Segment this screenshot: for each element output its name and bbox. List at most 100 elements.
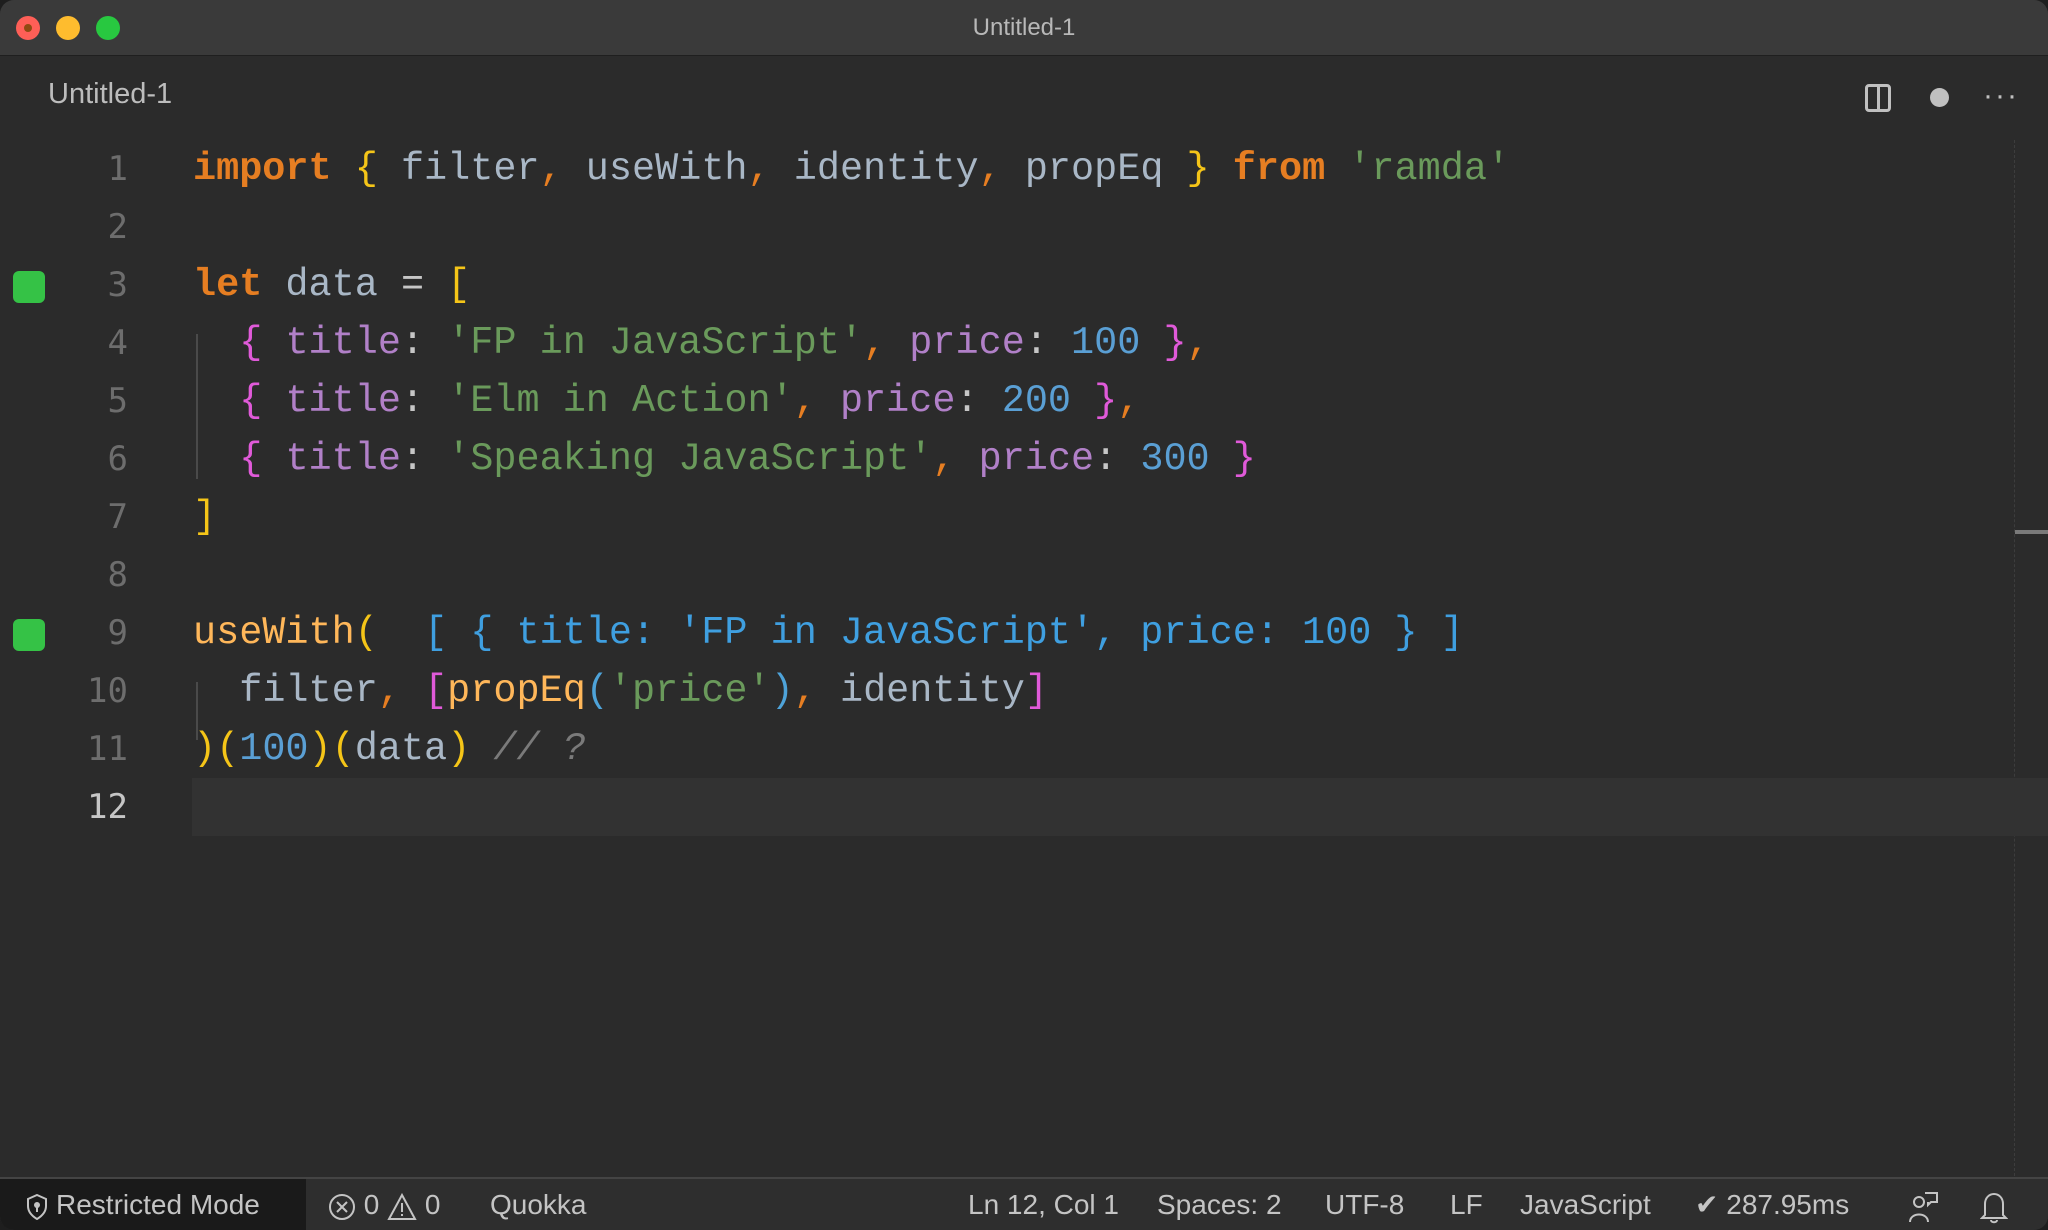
bell-icon [1979, 1192, 2009, 1223]
string-literal: 'FP in JavaScript' [447, 321, 864, 365]
restricted-mode-label: Restricted Mode [56, 1189, 260, 1220]
line-number: 5 [107, 381, 128, 421]
quokka-inline-result[interactable]: [ { title: 'FP in JavaScript', price: 10… [424, 611, 1464, 655]
line-number: 10 [87, 671, 128, 711]
problems-indicator[interactable]: 0 0 [328, 1179, 441, 1230]
warning-icon [387, 1192, 417, 1220]
string-literal: 'Speaking JavaScript' [447, 437, 933, 481]
identifier: data [285, 263, 378, 307]
string-literal: 'Elm in Action' [447, 379, 794, 423]
string-literal: 'ramda' [1348, 147, 1511, 191]
code-line: 10 filter, [propEq('price'), identity] [0, 662, 2048, 720]
code-line: 4 { title: 'FP in JavaScript', price: 10… [0, 314, 2048, 372]
code-editor[interactable]: 1 import { filter, useWith, identity, pr… [0, 140, 2048, 1176]
warning-count: 0 [424, 1189, 441, 1220]
identifier: filter [400, 147, 540, 191]
cursor-position[interactable]: Ln 12, Col 1 [968, 1179, 1119, 1230]
language-mode[interactable]: JavaScript [1520, 1179, 1651, 1230]
line-number: 2 [107, 207, 128, 247]
quokka-status[interactable]: Quokka [490, 1179, 587, 1230]
current-line-highlight [192, 778, 2048, 836]
code-line: 2 [0, 198, 2048, 256]
number-literal: 100 [1071, 321, 1141, 365]
feedback-button[interactable] [1907, 1179, 1939, 1230]
line-number: 9 [107, 613, 128, 653]
tab-untitled-1[interactable]: Untitled-1 [48, 78, 172, 111]
code-line: 7 ] [0, 488, 2048, 546]
line-content: filter, [propEq('price'), identity] [239, 669, 1048, 713]
code-line: 9 useWith( [ { title: 'FP in JavaScript'… [0, 604, 2048, 662]
line-number: 11 [87, 729, 128, 769]
line-content: import { filter, useWith, identity, prop… [193, 147, 1511, 191]
number-literal: 200 [1001, 379, 1072, 423]
identifier: identity [839, 669, 1025, 713]
code-line: 11 )(100)(data) // ? [0, 720, 2048, 778]
brace: { [354, 147, 378, 191]
keyword-let: let [193, 263, 263, 307]
more-actions-icon[interactable]: ··· [1976, 76, 2026, 120]
line-number: 12 [87, 787, 128, 827]
line-number: 6 [107, 439, 128, 479]
feedback-person-icon [1909, 1191, 1938, 1222]
window-title: Untitled-1 [972, 14, 1076, 41]
code-line: 1 import { filter, useWith, identity, pr… [0, 140, 2048, 198]
line-number: 3 [107, 265, 128, 305]
notifications-button[interactable] [1979, 1179, 2009, 1230]
line-number: 4 [107, 323, 128, 363]
property-key: price [978, 437, 1095, 481]
title-bar: Untitled-1 [0, 0, 2048, 56]
comment: // ? [493, 727, 586, 771]
quokka-coverage-marker [13, 271, 45, 303]
code-line: 3 let data = [ [0, 256, 2048, 314]
encoding-setting[interactable]: UTF-8 [1325, 1179, 1404, 1230]
code-line: 8 [0, 546, 2048, 604]
vscode-window: Untitled-1 Untitled-1 ··· 1 import { fil… [0, 0, 2048, 1230]
split-editor-icon[interactable] [1865, 84, 1891, 112]
error-count: 0 [363, 1189, 380, 1220]
status-bar: Restricted Mode 0 0 Quokka Ln 12, Col 1 … [0, 1177, 2048, 1230]
number-literal: 300 [1140, 437, 1210, 481]
property-key: title [285, 437, 401, 481]
line-number: 8 [107, 555, 128, 595]
function-name: useWith [193, 611, 355, 655]
line-number: 7 [107, 497, 128, 537]
code-line: 6 { title: 'Speaking JavaScript', price:… [0, 430, 2048, 488]
operator: = [400, 263, 425, 307]
error-icon [329, 1193, 355, 1220]
indentation-setting[interactable]: Spaces: 2 [1157, 1179, 1282, 1230]
code-line: 5 { title: 'Elm in Action', price: 200 }… [0, 372, 2048, 430]
shield-icon [27, 1193, 47, 1220]
identifier: identity [793, 147, 979, 191]
eol-setting[interactable]: LF [1450, 1179, 1483, 1230]
identifier: propEq [1024, 147, 1164, 191]
line-number: 1 [107, 149, 128, 189]
property-key: price [839, 379, 956, 423]
line-content: )(100)(data) // ? [193, 727, 586, 771]
paren: ( [354, 611, 378, 655]
restricted-mode-indicator[interactable]: Restricted Mode [0, 1179, 306, 1230]
keyword-from: from [1232, 147, 1326, 191]
line-content: let data = [ [193, 256, 470, 314]
editor-actions: ··· [1828, 76, 2048, 120]
code-line-current[interactable]: 12 [0, 778, 2048, 836]
unsaved-dot-icon[interactable] [1930, 88, 1949, 107]
property-key: price [909, 321, 1025, 365]
property-key: title [285, 321, 401, 365]
identifier: useWith [585, 147, 748, 191]
function-name: propEq [447, 669, 586, 713]
comma: , [1117, 379, 1141, 423]
line-content: { title: 'Elm in Action', price: 200 }, [239, 379, 1141, 423]
line-content: { title: 'Speaking JavaScript', price: 3… [239, 437, 1256, 481]
string-literal: 'price' [608, 669, 771, 713]
brace: } [1186, 147, 1210, 191]
identifier: data [354, 727, 448, 771]
quokka-timing[interactable]: ✔ 287.95ms [1695, 1179, 1849, 1230]
editor-tab-bar: Untitled-1 ··· [0, 56, 2048, 140]
quokka-coverage-marker [13, 619, 45, 651]
comma: , [1186, 321, 1210, 365]
line-content: useWith( [ { title: 'FP in JavaScript', … [193, 604, 1464, 662]
line-content: { title: 'FP in JavaScript', price: 100 … [239, 321, 1210, 365]
bracket: ] [193, 495, 217, 539]
keyword-import: import [193, 147, 332, 191]
bracket: [ [447, 263, 471, 307]
